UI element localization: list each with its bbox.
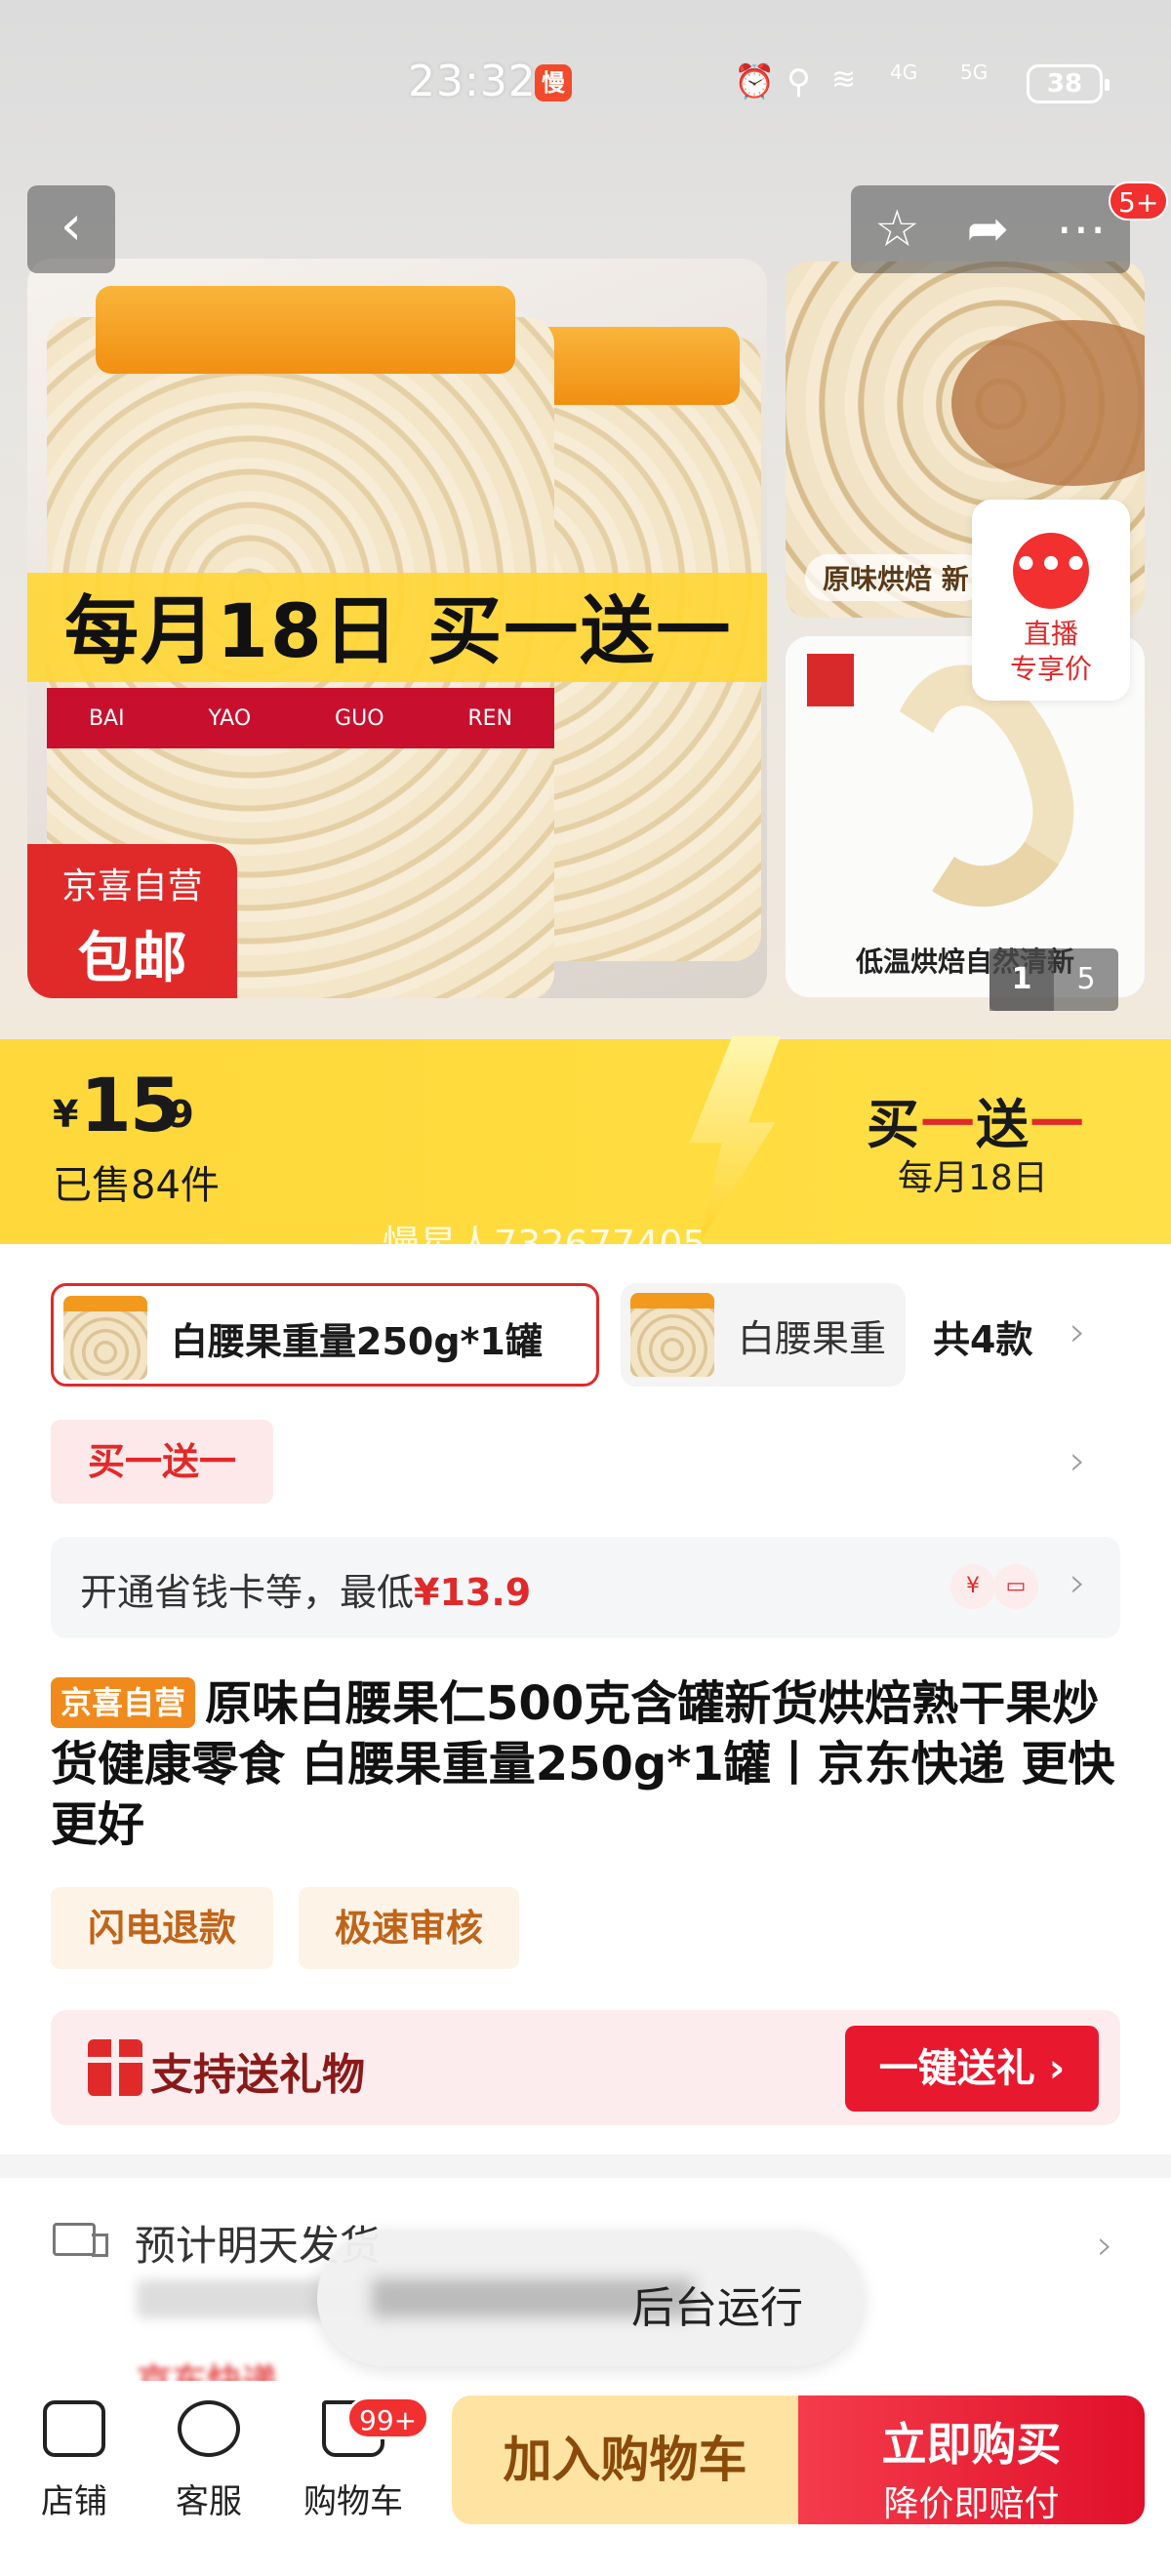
- status-bar: 23:32 慢 ⏰ ⚲ ≋ 4G 5G 38: [0, 57, 1171, 115]
- chevron-right-icon[interactable]: ›: [1070, 1308, 1086, 1355]
- price-currency: ¥: [53, 1093, 79, 1136]
- live-price-button[interactable]: ••• 直播 专享价: [972, 500, 1130, 701]
- service-nav[interactable]: 客服: [150, 2400, 267, 2522]
- free-shipping-badge: 京喜自营 包邮: [27, 844, 237, 998]
- chevron-right-icon: ›: [1070, 1558, 1086, 1606]
- chevron-right-icon[interactable]: ›: [1097, 2221, 1113, 2269]
- store-nav[interactable]: 店铺: [16, 2400, 133, 2522]
- bogo-b: 一: [921, 1094, 976, 1155]
- sku-option[interactable]: 白腰果重: [621, 1283, 906, 1387]
- saver-price: ¥13.9: [414, 1571, 532, 1614]
- main-product-image[interactable]: 每月18日 买一送一 BAI YAO GUO REN 京喜自营 包邮: [27, 259, 767, 998]
- jar-lid-front: [96, 286, 515, 374]
- badge-line1: 京喜自营: [61, 866, 203, 906]
- badge-line2: 包邮: [77, 927, 187, 990]
- title-text: 原味白腰果仁500克含罐新货烘焙熟干果炒货健康零食 白腰果重量250g*1罐丨京…: [51, 1676, 1115, 1852]
- section-divider: [0, 2154, 1171, 2178]
- cart-label: 购物车: [303, 2482, 403, 2521]
- wifi-icon: ≋: [831, 62, 857, 97]
- card-icon: ▭: [993, 1564, 1038, 1609]
- bogo-tag[interactable]: 买一送一: [51, 1420, 273, 1504]
- image-pager: 1 5: [989, 948, 1118, 1011]
- sku-option-selected[interactable]: 白腰果重量250g*1罐: [51, 1283, 599, 1387]
- gift-icon: [88, 2039, 142, 2096]
- share-icon[interactable]: ➦: [967, 200, 1010, 259]
- favorite-star-icon[interactable]: ☆: [874, 200, 920, 259]
- customer-service-icon: [178, 2400, 240, 2457]
- bogo-d: 一: [1030, 1094, 1085, 1155]
- sold-count: 已售84件: [53, 1163, 220, 1208]
- sku-label: 白腰果重: [738, 1317, 887, 1360]
- status-time: 23:32: [408, 57, 537, 106]
- pinyin-3: GUO: [335, 705, 384, 731]
- saver-label: 开通省钱卡等，最低: [80, 1571, 415, 1614]
- live-label: 直播: [1023, 618, 1078, 650]
- store-label: 店铺: [41, 2482, 107, 2521]
- add-to-cart-button[interactable]: 加入购物车: [452, 2395, 798, 2524]
- service-tag-review[interactable]: 极速审核: [299, 1887, 519, 1969]
- product-gallery[interactable]: 23:32 慢 ⏰ ⚲ ≋ 4G 5G 38 每月18日 买一送一 BAI YA…: [0, 0, 1171, 1039]
- price-decimal: .9: [154, 1093, 194, 1136]
- location-icon: ⚲: [787, 62, 811, 101]
- brand-logo: [807, 654, 854, 706]
- service-tag-refund[interactable]: 闪电退款: [51, 1887, 273, 1969]
- product-title: 京喜自营 原味白腰果仁500克含罐新货烘焙熟干果炒货健康零食 白腰果重量250g*…: [51, 1673, 1124, 1855]
- battery-icon: 38: [1027, 64, 1110, 103]
- background-run-toast: 后台运行: [317, 2230, 864, 2366]
- header-actions: ☆ ➦ ⋯: [851, 185, 1130, 273]
- cart-badge: 99+: [346, 2396, 430, 2439]
- truck-icon: [53, 2223, 108, 2257]
- send-gift-button[interactable]: 一键送礼 ›: [845, 2026, 1099, 2112]
- sku-count[interactable]: 共4款: [933, 1309, 1032, 1363]
- gift-label: 支持送礼物: [150, 2050, 365, 2100]
- pinyin-1: BAI: [88, 705, 125, 731]
- coupon-icon: ¥: [950, 1564, 995, 1609]
- pinyin-2: YAO: [208, 705, 252, 731]
- buy-now-sublabel: 降价即赔付: [883, 2484, 1060, 2524]
- sku-thumbnail: [630, 1293, 714, 1377]
- buy-now-button[interactable]: 立即购买 降价即赔付: [798, 2395, 1145, 2524]
- gift-row: 支持送礼物 一键送礼 ›: [51, 2010, 1120, 2125]
- sku-thumbnail: [63, 1296, 147, 1380]
- app-badge: 慢: [535, 64, 572, 101]
- chevron-right-icon[interactable]: ›: [1070, 1436, 1086, 1484]
- bogo-a: 买: [867, 1094, 921, 1155]
- more-icon[interactable]: ⋯: [1056, 200, 1107, 259]
- store-badge: 京喜自营: [51, 1677, 196, 1728]
- toast-text: 后台运行: [631, 2283, 803, 2333]
- spoon-image: [951, 320, 1145, 486]
- network-4g-icon: 4G: [890, 60, 918, 84]
- live-icon: •••: [1013, 533, 1089, 609]
- bogo-c: 送: [976, 1094, 1030, 1155]
- promo-text: 每月18日 买一送一: [64, 587, 733, 674]
- saver-text: 开通省钱卡等，最低¥13.9: [80, 1562, 531, 1616]
- side1-label: 原味烘焙 新: [805, 554, 987, 601]
- bogo-subtitle: 每月18日: [898, 1158, 1048, 1198]
- message-badge: 5+: [1109, 181, 1169, 221]
- pinyin-4: REN: [467, 705, 513, 731]
- watermark: 慢星人73267740​5: [383, 1223, 707, 1266]
- alarm-icon: ⏰: [734, 62, 776, 101]
- pager-total: 5: [1076, 962, 1096, 996]
- service-label: 客服: [176, 2482, 242, 2521]
- back-button[interactable]: ‹: [27, 185, 115, 273]
- store-icon: [43, 2400, 105, 2457]
- live-sublabel: 专享价: [1009, 653, 1092, 685]
- bogo-headline: 买一送一: [867, 1081, 1085, 1158]
- network-5g-icon: 5G: [960, 60, 989, 84]
- sku-label: 白腰果重量250g*1罐: [171, 1320, 543, 1363]
- pager-current: 1: [989, 948, 1054, 1011]
- saver-card-row[interactable]: 开通省钱卡等，最低¥13.9 ¥ ▭ ›: [51, 1537, 1120, 1638]
- pinyin-strip: BAI YAO GUO REN: [47, 688, 554, 748]
- buy-now-label: 立即购买: [881, 2418, 1062, 2471]
- chevron-left-icon: ‹: [60, 194, 83, 258]
